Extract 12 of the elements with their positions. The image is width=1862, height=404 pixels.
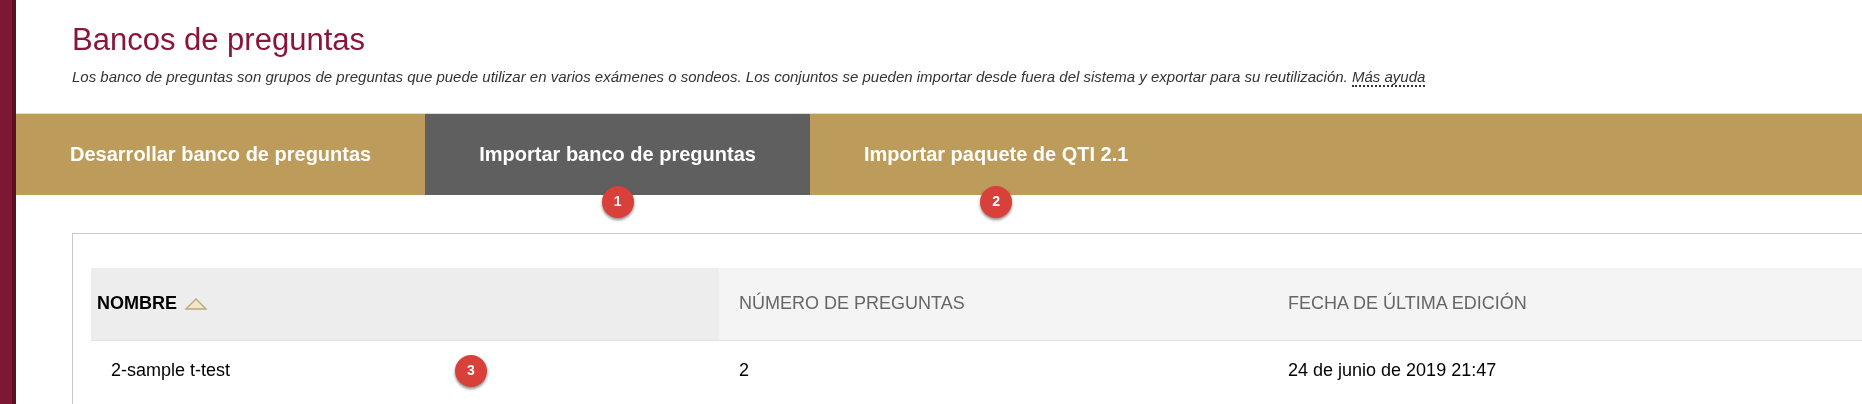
sort-ascending-icon <box>185 297 207 310</box>
page-description: Los banco de preguntas son grupos de preguntas que puede utilizar en varios exámenes o sondeos. Los conjuntos se pueden importar desde fuera del sistema y exportar para su reutilización. Más ayuda <box>72 67 1427 89</box>
help-link[interactable]: Más ayuda <box>1351 68 1426 87</box>
callout-marker: 3 <box>455 354 487 387</box>
tab[interactable]: Importar banco de preguntas <box>425 113 810 195</box>
column-header[interactable]: FECHA DE ÚLTIMA EDICIÓN <box>1288 290 1527 317</box>
table-cell-text: 24 de junio de 2019 21:47 <box>1288 358 1497 382</box>
column-header[interactable]: NOMBRE <box>97 290 177 317</box>
table-cell-text: 2-sample t-test <box>111 358 231 382</box>
page-title: Bancos de preguntas <box>72 21 366 59</box>
column-header[interactable]: NÚMERO DE PREGUNTAS <box>739 290 965 317</box>
table-cell-text: 2 <box>739 358 749 382</box>
